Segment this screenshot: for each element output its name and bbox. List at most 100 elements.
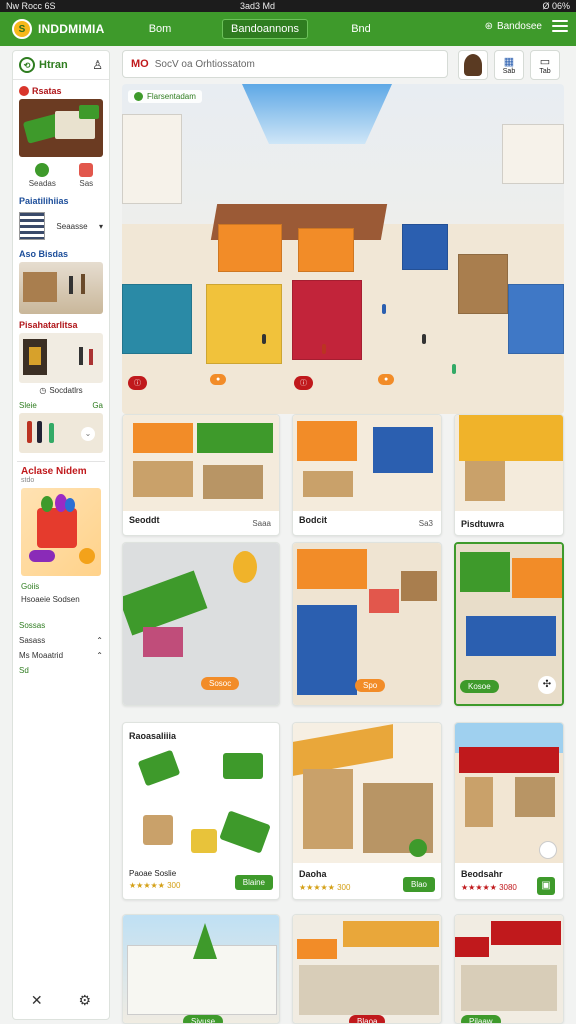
price-tag[interactable]: ⓘ — [128, 376, 147, 390]
card-title: Seoddt — [129, 515, 160, 525]
card-price[interactable]: Sosoc — [201, 677, 240, 690]
nav-tab-home[interactable]: Bom — [140, 19, 180, 39]
settings-icon[interactable]: ⚙ — [79, 992, 92, 1009]
filter-label: Sd — [19, 666, 29, 675]
store-front[interactable] — [218, 224, 282, 272]
tools-icon[interactable]: ✕ — [31, 992, 43, 1009]
card-price[interactable]: Pilaaw — [461, 1015, 501, 1023]
sidebar-section-title[interactable]: Paiatilihiias — [13, 190, 109, 209]
price-tag[interactable]: ⓘ — [294, 376, 313, 390]
sidebar-section-title[interactable]: Aso Bisdas — [13, 243, 109, 262]
leaf-icon — [35, 163, 50, 177]
user-icon[interactable]: ♙ — [92, 58, 103, 72]
avatar-button[interactable] — [458, 50, 488, 80]
status-left: Nw Rocc 6S — [6, 1, 56, 11]
shopper — [452, 364, 456, 374]
product-card[interactable]: Sosoc — [122, 542, 280, 706]
tags-button[interactable]: ▦ Sab — [494, 50, 524, 80]
product-card[interactable]: Blaoa — [292, 914, 442, 1024]
sidebar-row-label: Seaasse — [56, 221, 88, 231]
sidebar-brand[interactable]: ⟲ Htran — [19, 57, 68, 73]
rating-stars: ★★★★★ 300 — [299, 883, 351, 892]
sidebar-thumb-products[interactable] — [19, 99, 103, 157]
sidebar-section-title[interactable]: Rsatas — [13, 80, 109, 99]
store-front[interactable] — [458, 254, 508, 314]
sidebar-row[interactable]: Sossas — [13, 618, 109, 633]
sidebar-footer: ✕ ⚙ — [13, 992, 109, 1009]
sidebar-row[interactable]: ◷ Socdatlrs — [13, 383, 109, 398]
breadcrumb[interactable]: Flarsentadam — [128, 90, 202, 103]
breadcrumb-label: Flarsentadam — [147, 92, 196, 101]
product-card[interactable]: Daoha ★★★★★ 300 Blao — [292, 722, 442, 900]
sidebar-thumb-shop[interactable] — [19, 333, 103, 383]
store-front[interactable] — [298, 228, 354, 272]
icon-label: Sas — [79, 179, 94, 188]
shopper — [422, 334, 426, 344]
price-tag[interactable]: ● — [210, 374, 227, 385]
product-card[interactable]: Sivuse — [122, 914, 280, 1024]
card-meta: Sa3 — [418, 519, 433, 528]
sidebar-row-label: Sossas — [19, 621, 46, 630]
promo-line: Hsoaeie Sodsen — [21, 595, 80, 604]
filter-row[interactable]: Sd — [13, 663, 109, 678]
card-image — [123, 415, 279, 511]
sidebar-icon-item[interactable]: Sas — [79, 163, 94, 188]
promo-image — [21, 488, 101, 576]
product-card[interactable]: Bodcit Sa3 — [292, 414, 442, 536]
card-price[interactable]: Blaoa — [349, 1015, 386, 1023]
app-root: Nw Rocc 6S 3ad3 Md Ø 06% S INDDMIMIA Bom… — [0, 0, 576, 1024]
nav-tab-active[interactable]: Bandoannons — [222, 19, 308, 39]
topbar-right-label[interactable]: Bandosee — [497, 21, 542, 32]
filter-row[interactable]: Sasass ⌃ — [13, 633, 109, 648]
store-front[interactable] — [502, 124, 564, 184]
tags-label: Sab — [502, 68, 516, 75]
filter-row[interactable]: Ms Moaatrid ⌃ — [13, 648, 109, 663]
buy-button[interactable]: Blao — [402, 877, 435, 892]
sidebar-section-title[interactable]: Pisahatarlitsa — [13, 314, 109, 333]
search-input[interactable]: MO SocV oa Orhtiossatom — [122, 50, 448, 78]
product-card[interactable]: Beodsahr ★★★★★ 3080 ▣ — [454, 722, 564, 900]
sidebar-row-value: Ga — [92, 401, 103, 410]
box-button[interactable]: ▭ Tab — [530, 50, 560, 80]
rating-stars: ★★★★★ 300 — [129, 881, 181, 890]
nav-tab-third[interactable]: Bnd — [346, 19, 376, 39]
product-card[interactable]: Seoddt Saaa — [122, 414, 280, 536]
card-meta: Saaa — [252, 519, 271, 528]
box-icon: ▭ — [539, 56, 551, 68]
store-front[interactable] — [402, 224, 448, 270]
store-front[interactable] — [122, 114, 182, 204]
skylight — [242, 84, 392, 144]
chevron-up-icon: ⌃ — [96, 636, 103, 645]
store-front[interactable] — [206, 284, 282, 364]
expand-icon[interactable]: ✣ — [538, 676, 556, 694]
sidebar-header: ⟲ Htran ♙ — [13, 51, 109, 80]
price-tag[interactable]: ● — [378, 374, 395, 385]
buy-button[interactable]: Blaine — [234, 875, 273, 890]
card-price[interactable]: Kosoe — [460, 680, 499, 693]
product-card[interactable]: Spo — [292, 542, 442, 706]
store-front[interactable] — [122, 284, 192, 354]
product-card[interactable]: Raoasaliiia Paoae Soslie ★★★★★ 300 Blain… — [122, 722, 280, 900]
sidebar-thumb-store[interactable] — [19, 262, 103, 314]
status-bar: Nw Rocc 6S 3ad3 Md Ø 06% — [0, 0, 576, 12]
info-icon[interactable]: ⊛ — [485, 21, 493, 32]
sidebar-row[interactable]: Seaasse ▾ — [13, 209, 109, 243]
hamburger-menu-icon[interactable] — [552, 20, 568, 32]
cart-icon[interactable]: ▣ — [537, 877, 555, 895]
product-card[interactable]: Kosoe ✣ — [454, 542, 564, 706]
product-card[interactable]: Pisdtuwra — [454, 414, 564, 536]
icon-label: Seadas — [28, 179, 56, 188]
store-front[interactable] — [508, 284, 564, 354]
promo-panel[interactable]: Aclase Nidem stdo Goiis Hsoaeie Sodsen — [17, 461, 105, 610]
sidebar-row[interactable]: Sleie Ga — [13, 398, 109, 413]
product-card[interactable]: Pilaaw — [454, 914, 564, 1024]
sidebar-icon-item[interactable]: Seadas — [29, 163, 56, 188]
hero-mall-view[interactable]: Flarsentadam ⓘ ● ⓘ ● — [122, 84, 564, 414]
chevron-down-icon: ▾ — [98, 221, 103, 231]
store-front[interactable] — [292, 280, 362, 360]
app-logo[interactable]: S INDDMIMIA — [12, 19, 132, 39]
search-prefix: MO — [131, 58, 149, 70]
card-price[interactable]: Spo — [355, 679, 386, 692]
sidebar-thumb-people[interactable]: ⌄ — [19, 413, 103, 453]
card-price[interactable]: Sivuse — [183, 1015, 224, 1023]
